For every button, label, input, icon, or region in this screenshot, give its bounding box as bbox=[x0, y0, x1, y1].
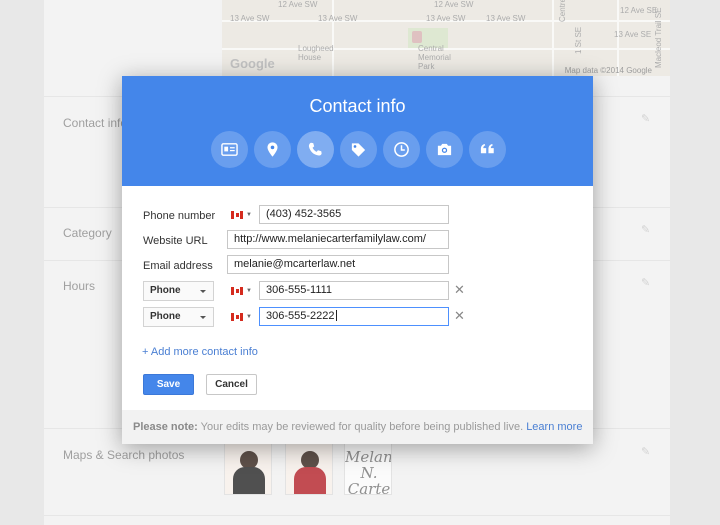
website-url-input[interactable]: http://www.melaniecarterfamilylaw.com/ bbox=[227, 230, 449, 249]
location-pin-icon bbox=[267, 142, 278, 157]
note-text: Your edits may be reviewed for quality b… bbox=[197, 421, 527, 433]
caret-down-icon bbox=[200, 290, 206, 293]
category-hours[interactable] bbox=[383, 131, 420, 168]
phone-icon bbox=[308, 142, 322, 156]
contact-type-select[interactable]: Phone bbox=[143, 307, 214, 327]
phone-input-2[interactable]: 306-555-2222 bbox=[259, 307, 449, 326]
website-url-label: Website URL bbox=[143, 235, 208, 247]
contact-info-dialog: Contact info Phone number ▼ (403) 452-35… bbox=[122, 76, 593, 444]
email-address-label: Email address bbox=[143, 260, 213, 272]
phone-input-1[interactable]: 306-555-1111 bbox=[259, 281, 449, 300]
phone-number-label: Phone number bbox=[143, 210, 216, 222]
note-heading: Please note: bbox=[133, 421, 198, 433]
tag-icon bbox=[351, 143, 366, 157]
save-button[interactable]: Save bbox=[143, 374, 194, 395]
category-id-card[interactable] bbox=[211, 131, 248, 168]
email-address-input[interactable]: melanie@mcarterlaw.net bbox=[227, 255, 449, 274]
remove-icon[interactable]: ✕ bbox=[454, 308, 465, 324]
clock-icon bbox=[394, 142, 409, 157]
category-icon-row bbox=[211, 131, 512, 168]
text-cursor bbox=[335, 310, 337, 321]
review-note: Please note: Your edits may be reviewed … bbox=[122, 410, 593, 444]
caret-down-icon bbox=[200, 316, 206, 319]
id-card-icon bbox=[221, 143, 238, 156]
contact-type-value: Phone bbox=[150, 285, 181, 296]
cancel-button[interactable]: Cancel bbox=[206, 374, 257, 395]
category-description[interactable] bbox=[469, 131, 506, 168]
contact-type-select[interactable]: Phone bbox=[143, 281, 214, 301]
category-phone[interactable] bbox=[297, 131, 334, 168]
learn-more-link[interactable]: Learn more bbox=[526, 421, 582, 433]
canada-flag-icon bbox=[231, 287, 243, 295]
remove-icon[interactable]: ✕ bbox=[454, 282, 465, 298]
canada-flag-icon bbox=[231, 211, 243, 219]
add-more-contact-link[interactable]: + Add more contact info bbox=[142, 346, 258, 358]
caret-down-icon: ▼ bbox=[246, 288, 252, 294]
camera-icon bbox=[437, 143, 452, 156]
caret-down-icon: ▼ bbox=[246, 212, 252, 218]
phone-number-input[interactable]: (403) 452-3565 bbox=[259, 205, 449, 224]
country-selector[interactable]: ▼ bbox=[231, 206, 261, 224]
dialog-title: Contact info bbox=[309, 96, 406, 116]
dialog-header: Contact info bbox=[122, 76, 593, 186]
category-photo[interactable] bbox=[426, 131, 463, 168]
contact-type-value: Phone bbox=[150, 311, 181, 322]
country-selector[interactable]: ▼ bbox=[231, 282, 261, 300]
phone-input-2-value: 306-555-2222 bbox=[266, 310, 335, 322]
quote-icon bbox=[480, 144, 494, 154]
canada-flag-icon bbox=[231, 313, 243, 321]
caret-down-icon: ▼ bbox=[246, 314, 252, 320]
category-location[interactable] bbox=[254, 131, 291, 168]
category-tag[interactable] bbox=[340, 131, 377, 168]
country-selector[interactable]: ▼ bbox=[231, 308, 261, 326]
